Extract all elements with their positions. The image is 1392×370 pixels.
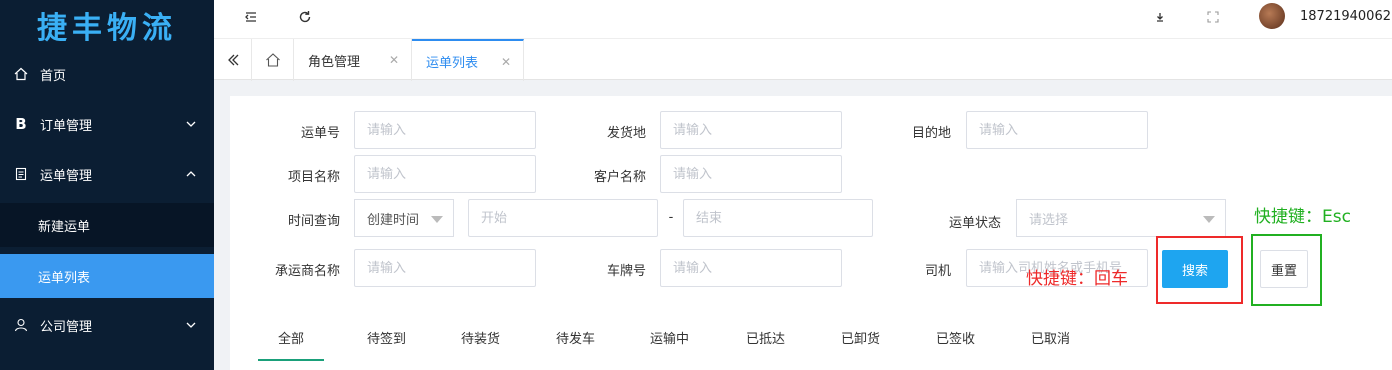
download-icon[interactable] xyxy=(1149,6,1171,28)
sidebar-item-home[interactable]: 首页 xyxy=(0,52,214,96)
plate-label: 车牌号 xyxy=(606,264,646,279)
status-tab-pending-checkin[interactable]: 待签到 xyxy=(367,328,406,347)
sidebar-item-waybill-list[interactable]: 运单列表 xyxy=(0,254,214,298)
sidebar-item-label: 运单列表 xyxy=(38,270,91,286)
reset-highlight-box xyxy=(1251,234,1322,306)
tabs-scroll-left-button[interactable] xyxy=(214,39,252,81)
search-highlight-box xyxy=(1156,236,1243,304)
refresh-icon[interactable] xyxy=(294,6,316,28)
tab-waybill-list[interactable]: 运单列表 ✕ xyxy=(412,39,524,81)
project-input[interactable] xyxy=(354,155,536,193)
status-tab-pending-loading[interactable]: 待装货 xyxy=(461,328,500,347)
sidebar-item-label: 公司管理 xyxy=(40,319,93,335)
end-date-input[interactable] xyxy=(683,199,873,237)
carrier-label: 承运商名称 xyxy=(274,264,340,279)
home-tab-button[interactable] xyxy=(252,39,294,81)
chevron-down-icon xyxy=(184,318,198,332)
sidebar-item-label: 新建运单 xyxy=(38,219,91,235)
customer-label: 客户名称 xyxy=(593,170,646,185)
destination-input[interactable] xyxy=(966,111,1148,149)
avatar[interactable] xyxy=(1259,3,1285,29)
caret-down-icon xyxy=(1203,216,1215,223)
status-label: 运单状态 xyxy=(948,216,1001,231)
chevron-down-icon xyxy=(184,117,198,131)
status-tab-arrived[interactable]: 已抵达 xyxy=(746,328,785,347)
status-tab-cancelled[interactable]: 已取消 xyxy=(1031,328,1070,347)
bold-b-icon: B xyxy=(15,115,27,133)
sidebar-item-new-waybill[interactable]: 新建运单 xyxy=(0,203,214,247)
enter-shortcut-note: 快捷键：回车 xyxy=(1026,269,1128,289)
sidebar-item-label: 首页 xyxy=(40,68,67,84)
project-label: 项目名称 xyxy=(287,170,340,185)
driver-label: 司机 xyxy=(924,264,951,279)
tabs-bar: 角色管理 ✕ 运单列表 ✕ xyxy=(214,38,1392,81)
top-header: 18721940062 xyxy=(214,0,1392,38)
active-tab-underline xyxy=(258,359,324,361)
chevron-up-icon xyxy=(184,167,198,181)
tab-label: 角色管理 xyxy=(308,54,361,70)
status-tab-in-transit[interactable]: 运输中 xyxy=(650,328,689,347)
collapse-menu-icon[interactable] xyxy=(240,6,262,28)
close-icon[interactable]: ✕ xyxy=(501,55,511,69)
origin-label: 发货地 xyxy=(606,126,646,141)
status-select[interactable]: 请选择 xyxy=(1016,199,1226,237)
tab-label: 运单列表 xyxy=(426,55,479,71)
close-icon[interactable]: ✕ xyxy=(389,53,399,67)
tab-role-management[interactable]: 角色管理 ✕ xyxy=(294,39,412,81)
status-tab-pending-departure[interactable]: 待发车 xyxy=(556,328,595,347)
date-range-separator: - xyxy=(668,210,674,225)
waybill-no-label: 运单号 xyxy=(300,126,340,141)
sidebar-item-orders[interactable]: B 订单管理 xyxy=(0,102,214,146)
sidebar-item-company[interactable]: 公司管理 xyxy=(0,303,214,347)
status-tab-signed[interactable]: 已签收 xyxy=(936,328,975,347)
carrier-input[interactable] xyxy=(354,249,536,287)
app-logo: 捷丰物流 xyxy=(37,11,177,46)
status-placeholder: 请选择 xyxy=(1029,212,1069,228)
search-form-card: 运单号 发货地 目的地 项目名称 客户名称 时间查询 创建时间 - 运单状态 请… xyxy=(230,96,1392,370)
sidebar-item-label: 运单管理 xyxy=(40,168,93,184)
username[interactable]: 18721940062 xyxy=(1300,9,1391,24)
caret-down-icon xyxy=(431,216,443,223)
sidebar-item-waybills[interactable]: 运单管理 xyxy=(0,152,214,196)
start-date-input[interactable] xyxy=(468,199,658,237)
sidebar: 捷丰物流 首页 B 订单管理 运单管理 新建运单 运单列表 公司管理 xyxy=(0,0,214,370)
time-query-label: 时间查询 xyxy=(287,214,340,229)
user-icon xyxy=(14,318,28,332)
status-tab-unloaded[interactable]: 已卸货 xyxy=(841,328,880,347)
home-icon xyxy=(14,67,28,81)
document-icon xyxy=(14,167,28,181)
time-type-value: 创建时间 xyxy=(367,212,420,228)
sidebar-item-label: 订单管理 xyxy=(40,118,93,134)
origin-input[interactable] xyxy=(660,111,842,149)
fullscreen-icon[interactable] xyxy=(1202,6,1224,28)
esc-shortcut-note: 快捷键：Esc xyxy=(1254,207,1351,227)
destination-label: 目的地 xyxy=(911,126,951,141)
time-type-select[interactable]: 创建时间 xyxy=(354,199,454,237)
customer-input[interactable] xyxy=(660,155,842,193)
plate-input[interactable] xyxy=(660,249,842,287)
waybill-no-input[interactable] xyxy=(354,111,536,149)
status-tab-all[interactable]: 全部 xyxy=(278,328,304,347)
